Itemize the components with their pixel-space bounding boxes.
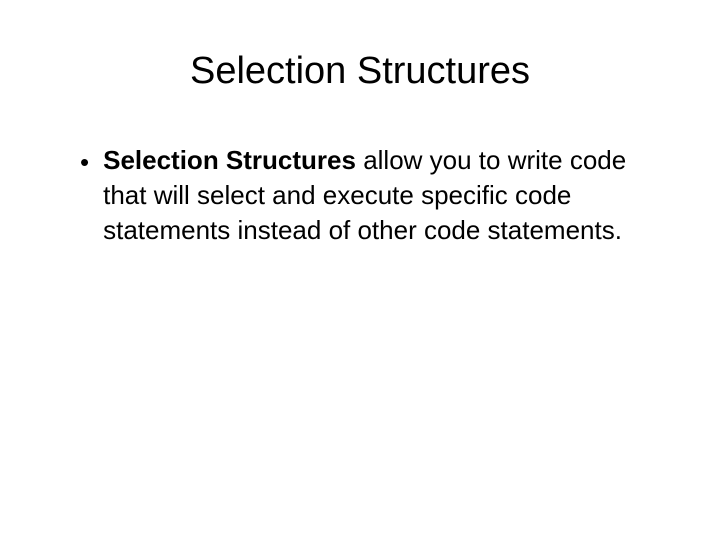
bullet-bold-text: Selection Structures — [103, 145, 356, 175]
slide-container: Selection Structures • Selection Structu… — [0, 0, 720, 540]
bullet-marker: • — [80, 145, 89, 180]
bullet-text: Selection Structures allow you to write … — [103, 143, 660, 248]
bullet-item: • Selection Structures allow you to writ… — [80, 143, 660, 248]
slide-title: Selection Structures — [60, 50, 660, 93]
slide-content: • Selection Structures allow you to writ… — [60, 143, 660, 248]
